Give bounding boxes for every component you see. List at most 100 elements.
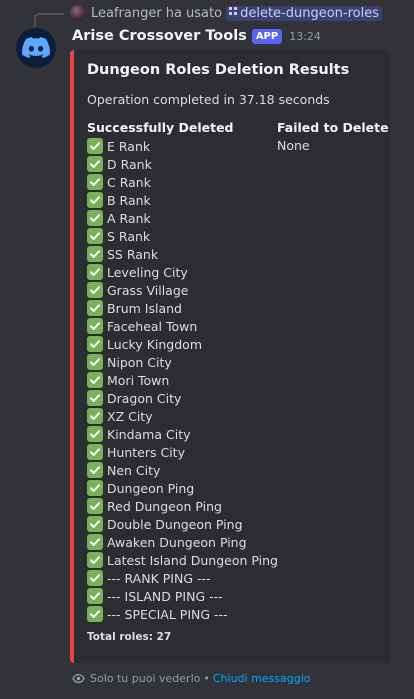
deleted-role-item: Dungeon Ping [87, 479, 277, 497]
deleted-role-item: Red Dungeon Ping [87, 497, 277, 515]
deleted-role-label: Grass Village [107, 282, 189, 298]
deleted-role-item: B Rank [87, 191, 277, 209]
deleted-role-label: Faceheal Town [107, 318, 198, 334]
field-value-failed-to-delete: None [277, 138, 310, 153]
reply-user-avatar[interactable] [70, 5, 86, 21]
ephemeral-note: Solo tu puoi vederlo [90, 672, 201, 685]
deleted-role-item: SS Rank [87, 245, 277, 263]
ephemeral-separator: • [203, 672, 210, 685]
embed-description: Operation completed in 37.18 seconds [87, 92, 330, 107]
deleted-role-label: Kindama City [107, 426, 191, 442]
check-mark-button-icon [87, 336, 103, 352]
deleted-role-item: Double Dungeon Ping [87, 515, 277, 533]
reply-username[interactable]: Leafranger [91, 6, 162, 21]
eye-icon-svg [72, 673, 85, 684]
reply-connector-line [34, 13, 64, 27]
app-badge: APP [251, 28, 283, 44]
field-name-failed-to-delete: Failed to Delete [277, 120, 389, 135]
deleted-role-item: Mori Town [87, 371, 277, 389]
check-mark-button-icon [87, 318, 103, 334]
reply-verb: ha usato [165, 5, 223, 21]
check-mark-button-icon [87, 462, 103, 478]
message-header: Arise Crossover Tools APP 13:24 [72, 28, 321, 44]
deleted-role-item: S Rank [87, 227, 277, 245]
deleted-role-item: Brum Island [87, 299, 277, 317]
check-mark-button-icon [87, 534, 103, 550]
slash-command-icon [229, 7, 238, 19]
message-timestamp[interactable]: 13:24 [289, 30, 321, 43]
check-mark-button-icon [87, 156, 103, 172]
deleted-role-label: Double Dungeon Ping [107, 516, 243, 532]
deleted-role-item: --- SPECIAL PING --- [87, 605, 277, 623]
check-mark-button-icon [87, 498, 103, 514]
check-mark-button-icon [87, 372, 103, 388]
deleted-role-item: XZ City [87, 407, 277, 425]
dismiss-message-link[interactable]: Chiudi messaggio [213, 672, 311, 685]
deleted-role-label: Hunters City [107, 444, 185, 460]
check-mark-button-icon [87, 426, 103, 442]
deleted-role-label: Lucky Kingdom [107, 336, 202, 352]
deleted-role-item: Faceheal Town [87, 317, 277, 335]
deleted-role-label: XZ City [107, 408, 153, 424]
deleted-role-label: S Rank [107, 228, 151, 244]
deleted-role-item: E Rank [87, 137, 277, 155]
deleted-role-item: Nen City [87, 461, 277, 479]
deleted-role-label: Brum Island [107, 300, 182, 316]
deleted-role-label: Dragon City [107, 390, 182, 406]
check-mark-button-icon [87, 192, 103, 208]
slash-command-name: delete-dungeon-roles [240, 5, 379, 21]
check-mark-button-icon [87, 408, 103, 424]
deleted-role-label: E Rank [107, 138, 151, 154]
check-mark-button-icon [87, 588, 103, 604]
deleted-role-label: D Rank [107, 156, 152, 172]
deleted-role-item: Awaken Dungeon Ping [87, 533, 277, 551]
eye-icon [72, 672, 85, 685]
check-mark-button-icon [87, 480, 103, 496]
deleted-role-item: Grass Village [87, 281, 277, 299]
check-mark-button-icon [87, 228, 103, 244]
deleted-role-label: Red Dungeon Ping [107, 498, 222, 514]
deleted-role-label: Mori Town [107, 372, 170, 388]
deleted-role-label: B Rank [107, 192, 151, 208]
deleted-role-item: C Rank [87, 173, 277, 191]
deleted-role-label: A Rank [107, 210, 151, 226]
check-mark-button-icon [87, 138, 103, 154]
check-mark-button-icon [87, 282, 103, 298]
check-mark-button-icon [87, 246, 103, 262]
deleted-role-label: C Rank [107, 174, 151, 190]
check-mark-button-icon [87, 210, 103, 226]
reply-context: Leafranger ha usato delete-dungeon-roles [70, 4, 382, 22]
deleted-role-label: Latest Island Dungeon Ping [107, 552, 278, 568]
ephemeral-notice: Solo tu puoi vederlo • Chiudi messaggio [72, 672, 311, 685]
deleted-role-item: --- ISLAND PING --- [87, 587, 277, 605]
check-mark-button-icon [87, 390, 103, 406]
deleted-role-label: --- SPECIAL PING --- [107, 606, 228, 622]
deleted-role-item: Nipon City [87, 353, 277, 371]
embed-footer-total: Total roles: 27 [87, 631, 172, 643]
bot-username[interactable]: Arise Crossover Tools [72, 28, 247, 44]
deleted-role-item: Hunters City [87, 443, 277, 461]
deleted-role-label: Nipon City [107, 354, 172, 370]
deleted-role-label: SS Rank [107, 246, 159, 262]
check-mark-button-icon [87, 174, 103, 190]
deleted-role-item: Latest Island Dungeon Ping [87, 551, 278, 569]
deleted-role-label: --- RANK PING --- [107, 570, 211, 586]
field-failed-to-delete: Failed to Delete None [277, 119, 389, 155]
check-mark-button-icon [87, 264, 103, 280]
embed-title: Dungeon Roles Deletion Results [87, 62, 350, 78]
slash-command-link[interactable]: delete-dungeon-roles [226, 5, 382, 21]
slash-command-dots-svg [229, 7, 238, 15]
deleted-role-item: Leveling City [87, 263, 277, 281]
deleted-role-item: D Rank [87, 155, 277, 173]
check-mark-button-icon [87, 300, 103, 316]
deleted-role-label: Nen City [107, 462, 161, 478]
bot-avatar[interactable] [16, 28, 56, 68]
discord-logo-icon [22, 37, 50, 58]
deleted-role-label: Dungeon Ping [107, 480, 195, 496]
deleted-role-label: Awaken Dungeon Ping [107, 534, 247, 550]
check-mark-button-icon [87, 552, 103, 568]
field-successfully-deleted: Successfully Deleted E Rank D Rank C Rank B… [87, 119, 278, 623]
check-mark-button-icon [87, 444, 103, 460]
deleted-role-item: --- RANK PING --- [87, 569, 277, 587]
field-name-successfully-deleted: Successfully Deleted [87, 120, 234, 135]
